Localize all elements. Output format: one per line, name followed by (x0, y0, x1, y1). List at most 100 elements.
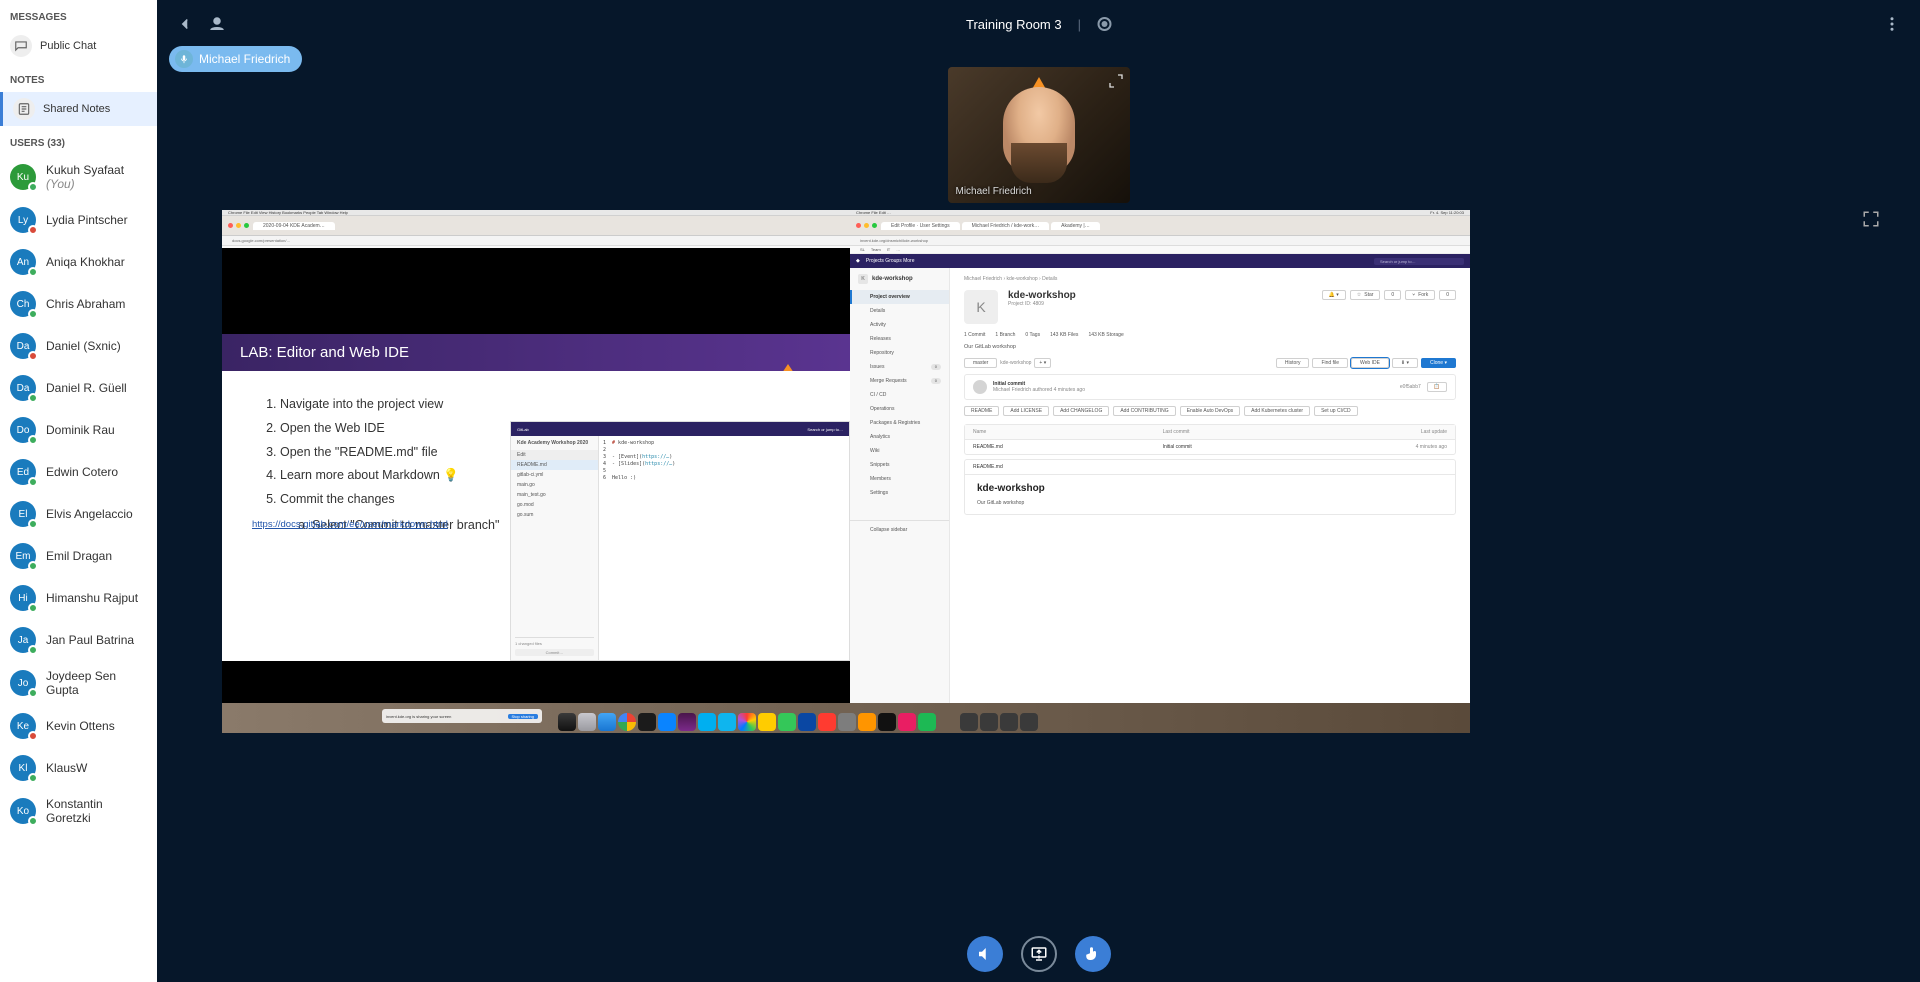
gitlab-logo-icon: ◆ (856, 258, 860, 264)
notify-dropdown: 🔔 ▾ (1322, 290, 1346, 300)
webcam-label: Michael Friedrich (956, 186, 1032, 197)
traffic-lights-icon (228, 223, 249, 228)
status-dot-icon (28, 309, 38, 319)
avatar: Do (10, 417, 36, 443)
slide-link: https://docs.gitlab.com/ee/user/markdown… (252, 519, 448, 530)
browser-tabs: 2020-09-04 KDE Academ… (222, 216, 850, 236)
gitlab-sidebar-item: Packages & Registries (850, 416, 949, 430)
project-badge: Add Kubernetes cluster (1244, 406, 1310, 416)
user-item[interactable]: EmEmil Dragan (0, 535, 157, 577)
raise-hand-button[interactable] (1075, 936, 1111, 972)
expand-icon[interactable] (1108, 73, 1124, 89)
webcam-video (948, 67, 1130, 203)
webide-preview: GitLabSearch or jump to… Kde Academy Wor… (510, 421, 850, 661)
status-dot-icon (28, 182, 38, 192)
status-dot-icon (28, 435, 38, 445)
find-file-button: Find file (1312, 358, 1348, 368)
star-count: 0 (1384, 290, 1401, 300)
avatar: Ke (10, 713, 36, 739)
speaker-chip[interactable]: Michael Friedrich (169, 46, 302, 72)
gitlab-search: Search or jump to… (1374, 258, 1464, 265)
fullscreen-icon[interactable] (1862, 210, 1880, 233)
person-silhouette (1003, 87, 1075, 175)
user-item[interactable]: Ch Chris Abraham (0, 283, 157, 325)
breadcrumb: Michael Friedrich › kde-workshop › Detai… (964, 276, 1456, 282)
user-item[interactable]: LyLydia Pintscher (0, 199, 157, 241)
avatar: Ko (10, 798, 36, 824)
user-item[interactable]: KlKlausW (0, 747, 157, 789)
user-name: Jan Paul Batrina (46, 633, 134, 647)
webcam-tile[interactable]: Michael Friedrich (948, 67, 1130, 203)
record-icon[interactable] (1097, 17, 1111, 31)
project-description: Our GitLab workshop (964, 344, 1456, 350)
user-name: Kukuh Syafaat (You) (46, 163, 147, 191)
menu-icon[interactable] (1880, 12, 1904, 36)
user-name: Konstantin Goretzki (46, 797, 147, 825)
browser-tab: Edit Profile · User Settings (881, 222, 960, 230)
user-item[interactable]: Ko Konstantin Goretzki (0, 789, 157, 833)
user-item[interactable]: JaJan Paul Batrina (0, 619, 157, 661)
user-item[interactable]: Ed Edwin Cotero (0, 451, 157, 493)
speaker-name: Michael Friedrich (199, 52, 290, 66)
user-name: Himanshu Rajput (46, 591, 138, 605)
user-item[interactable]: DoDominik Rau (0, 409, 157, 451)
users-icon[interactable] (205, 12, 229, 36)
shared-notes-item[interactable]: Shared Notes (0, 92, 157, 126)
avatar: Jo (10, 670, 36, 696)
readme-title: kde-workshop (977, 483, 1443, 494)
browser-tab: 2020-09-04 KDE Academ… (253, 222, 335, 230)
gitlab-sidebar-item: Issues0 (850, 360, 949, 374)
avatar: Ch (10, 291, 36, 317)
table-row: README.md Initial commit 4 minutes ago (965, 440, 1455, 454)
separator: | (1078, 17, 1081, 32)
preview-file: main_test.go (511, 490, 598, 500)
status-dot-icon (28, 731, 38, 741)
back-icon[interactable] (173, 12, 197, 36)
project-badge: Add CONTRIBUTING (1113, 406, 1175, 416)
readme-filename: README.md (965, 460, 1455, 475)
project-stat: 143 KB Storage (1088, 332, 1123, 338)
user-list: KuKukuh Syafaat (You)LyLydia Pintscher A… (0, 155, 157, 833)
star-button: ☆ Star (1350, 290, 1381, 300)
user-item[interactable]: Hi Himanshu Rajput (0, 577, 157, 619)
bookmark-bar-right: SLTeamIT… (850, 246, 1470, 254)
slide: LAB: Editor and Web IDE Navigate into th… (222, 334, 850, 661)
audio-button[interactable] (967, 936, 1003, 972)
avatar: An (10, 249, 36, 275)
status-dot-icon (28, 816, 38, 826)
avatar: Ly (10, 207, 36, 233)
share-screen-button[interactable] (1021, 936, 1057, 972)
avatar: Hi (10, 585, 36, 611)
user-item[interactable]: KuKukuh Syafaat (You) (0, 155, 157, 199)
status-dot-icon (28, 519, 38, 529)
gitlab-sidebar-item: Releases (850, 332, 949, 346)
project-stat: 1 Branch (995, 332, 1015, 338)
user-item[interactable]: JoJoydeep Sen Gupta (0, 661, 157, 705)
user-item[interactable]: DaDaniel (Sxnic) (0, 325, 157, 367)
commit-avatar (973, 380, 987, 394)
gitlab-sidebar-item: Details (850, 304, 949, 318)
avatar: Da (10, 333, 36, 359)
user-name: Chris Abraham (46, 297, 125, 311)
project-badge: Add LICENSE (1003, 406, 1049, 416)
avatar: Ed (10, 459, 36, 485)
changed-files: 1 changed files (515, 641, 594, 646)
project-stat: 0 Tags (1025, 332, 1040, 338)
public-chat-label: Public Chat (40, 40, 96, 52)
shared-window-right: Chrome File Edit …Fr. 4. Sep 11:20:03 Ed… (850, 210, 1470, 703)
browser-tabs-right: Edit Profile · User Settings Michael Fri… (850, 216, 1470, 236)
user-item[interactable]: KeKevin Ottens (0, 705, 157, 747)
commit-button: Commit… (515, 649, 594, 656)
preview-project: Kde Academy Workshop 2020 (511, 436, 598, 448)
public-chat-item[interactable]: Public Chat (0, 29, 157, 63)
room-name: Training Room 3 (966, 17, 1062, 32)
user-item[interactable]: ElElvis Angelaccio (0, 493, 157, 535)
sidebar: MESSAGES Public Chat NOTES Shared Notes … (0, 0, 157, 982)
user-item[interactable]: AnAniqa Khokhar (0, 241, 157, 283)
gitlab-sidebar-item: Analytics (850, 430, 949, 444)
user-item[interactable]: DaDaniel R. Güell (0, 367, 157, 409)
project-badge: Enable Auto DevOps (1180, 406, 1240, 416)
slide-title: LAB: Editor and Web IDE (240, 344, 409, 361)
user-name: Edwin Cotero (46, 465, 118, 479)
status-dot-icon (28, 645, 38, 655)
